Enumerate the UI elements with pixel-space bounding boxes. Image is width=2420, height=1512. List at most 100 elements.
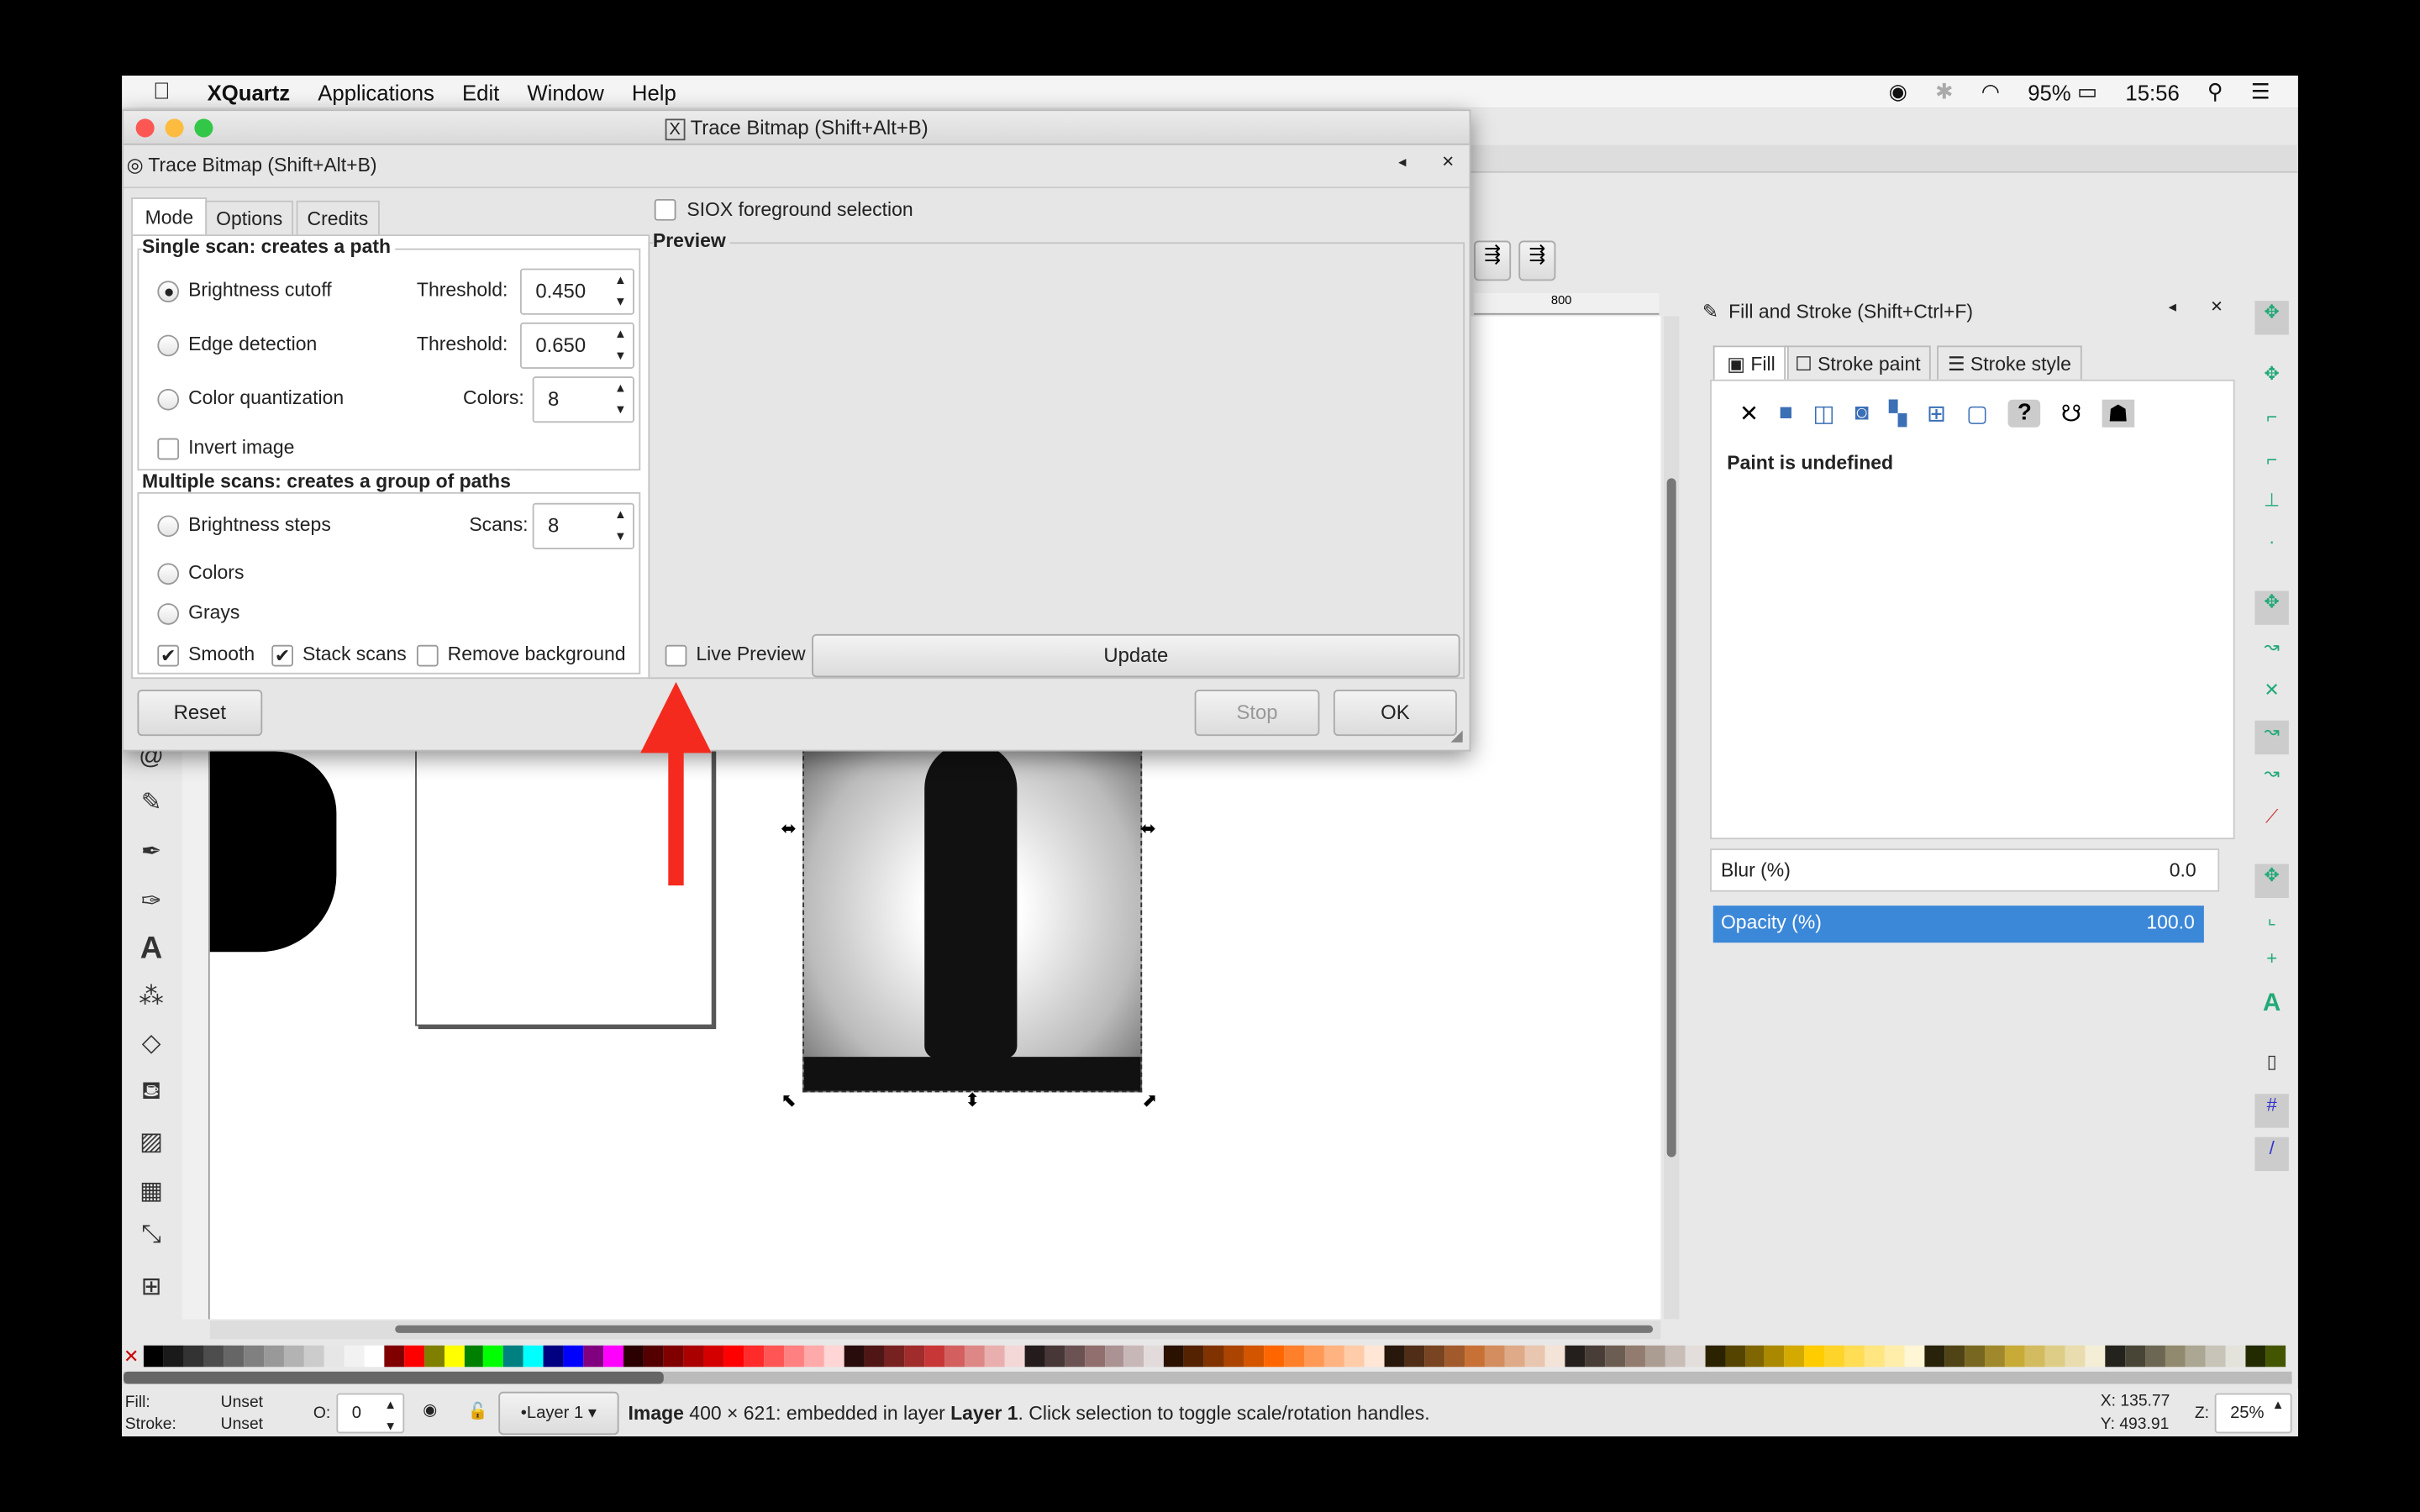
fill-rule-evenodd-icon[interactable]: ☋ [2061,400,2081,428]
snap-intersections-icon[interactable]: ✕ [2254,679,2288,712]
pen-tool-icon[interactable]: ✒ [134,837,168,870]
color-palette[interactable] [143,1345,2286,1368]
palette-swatch[interactable] [1324,1345,1345,1368]
radio-edge-detection[interactable] [157,334,180,357]
palette-swatch[interactable] [444,1345,464,1368]
palette-swatch[interactable] [1865,1345,1886,1368]
tab-stroke-paint[interactable]: ☐ Stroke paint [1784,345,1932,381]
tab-mode[interactable]: Mode [131,197,208,237]
palette-swatch[interactable] [283,1345,304,1368]
palette-swatch[interactable] [1744,1345,1765,1368]
palette-swatch[interactable] [1344,1345,1365,1368]
palette-swatch[interactable] [1304,1345,1325,1368]
text-tool-icon[interactable]: A [134,932,168,965]
palette-swatch[interactable] [523,1345,544,1368]
palette-swatch[interactable] [744,1345,765,1368]
palette-swatch[interactable] [1804,1345,1825,1368]
swatch-icon[interactable]: ▢ [1966,400,1988,428]
radio-grays[interactable] [157,603,180,625]
bitmap-image[interactable] [802,725,1143,1093]
palette-swatch[interactable] [1023,1345,1044,1368]
palette-swatch[interactable] [583,1345,604,1368]
snap-midpoints-icon[interactable]: ⊥ [2254,489,2288,522]
palette-swatch[interactable] [1204,1345,1225,1368]
palette-swatch[interactable] [884,1345,904,1368]
menu-applications[interactable]: Applications [318,80,434,104]
toolbar-button-1[interactable]: ⇶ [1474,240,1512,281]
palette-swatch[interactable] [644,1345,665,1368]
zoom-button[interactable] [194,118,213,138]
gradient-tool-icon[interactable]: ▨ [134,1126,168,1160]
bluetooth-icon[interactable]: ✱ [1935,79,1954,105]
palette-swatch[interactable] [1144,1345,1165,1368]
toolbar-button-2[interactable]: ⇶ [1518,240,1556,281]
palette-swatch[interactable] [1444,1345,1465,1368]
mesh-tool-icon[interactable]: ▦ [134,1176,168,1210]
record-icon[interactable]: ◉ [1889,79,1907,105]
palette-swatch[interactable] [2105,1345,2126,1368]
palette-swatch[interactable] [1965,1345,1986,1368]
palette-swatch[interactable] [2065,1345,2086,1368]
palette-swatch[interactable] [2085,1345,2106,1368]
stack-scans-checkbox[interactable]: ✔ [271,644,293,667]
palette-swatch[interactable] [1704,1345,1725,1368]
palette-swatch[interactable] [2165,1345,2186,1368]
palette-swatch[interactable] [1184,1345,1205,1368]
palette-swatch[interactable] [1124,1345,1144,1368]
palette-swatch[interactable] [403,1345,424,1368]
palette-swatch[interactable] [803,1345,824,1368]
palette-swatch[interactable] [143,1345,164,1368]
palette-swatch[interactable] [1985,1345,2006,1368]
palette-swatch[interactable] [2265,1345,2286,1368]
palette-swatch[interactable] [764,1345,785,1368]
palette-swatch[interactable] [203,1345,224,1368]
palette-swatch[interactable] [2005,1345,2025,1368]
snap-edges-icon[interactable]: ⌐ [2254,406,2288,439]
palette-swatch[interactable] [1164,1345,1185,1368]
palette-swatch[interactable] [1064,1345,1085,1368]
opacity-spinner[interactable]: 0 ▲ ▼ [336,1393,405,1434]
scale-handle-w[interactable]: ⬌ [781,817,796,839]
layer-dropdown[interactable]: •Layer 1 ▾ [498,1391,619,1436]
radial-gradient-icon[interactable]: ◙ [1854,400,1869,428]
snap-others-icon[interactable]: ✥ [2254,864,2289,898]
flat-color-icon[interactable]: ■ [1779,400,1793,428]
palette-swatch[interactable] [483,1345,504,1368]
palette-swatch[interactable] [263,1345,284,1368]
palette-swatch[interactable] [1684,1345,1705,1368]
palette-swatch[interactable] [1644,1345,1665,1368]
snap-guide-icon[interactable]: / [2254,1137,2289,1172]
update-button[interactable]: Update [812,633,1460,678]
palette-swatch[interactable] [823,1345,844,1368]
palette-swatch[interactable] [1424,1345,1445,1368]
horizontal-scrollbar[interactable] [209,1320,1661,1340]
no-paint-icon[interactable]: ✕ [1739,400,1759,428]
scale-handle-s[interactable]: ⬍ [965,1089,980,1111]
live-preview-checkbox[interactable] [665,644,687,667]
reset-button[interactable]: Reset [137,690,263,737]
tab-stroke-style[interactable]: ☰ Stroke style [1937,345,2082,381]
palette-swatch[interactable] [864,1345,885,1368]
unset-icon[interactable]: ? [2007,399,2041,428]
palette-swatch[interactable] [2205,1345,2226,1368]
palette-swatch[interactable] [564,1345,584,1368]
minimize-button[interactable] [165,118,184,138]
palette-swatch[interactable] [844,1345,865,1368]
palette-swatch[interactable] [703,1345,724,1368]
remove-background-checkbox[interactable] [416,644,439,667]
wifi-icon[interactable]: ◠ [1981,79,2000,105]
palette-swatch[interactable] [2144,1345,2165,1368]
palette-swatch[interactable] [1624,1345,1645,1368]
smooth-checkbox[interactable]: ✔ [157,644,180,667]
palette-swatch[interactable] [1904,1345,1925,1368]
palette-swatch[interactable] [1765,1345,1786,1368]
palette-swatch[interactable] [2125,1345,2145,1368]
scale-handle-nw[interactable]: ⬉ [781,1089,796,1111]
palette-swatch[interactable] [163,1345,184,1368]
clock[interactable]: 15:56 [2125,80,2179,104]
snap-paths-icon[interactable]: ↝ [2254,636,2288,669]
palette-swatch[interactable] [2044,1345,2065,1368]
palette-swatch[interactable] [1885,1345,1905,1368]
resize-grip[interactable]: ◢ [1451,728,1463,745]
vertical-scrollbar[interactable] [1663,316,1680,1320]
